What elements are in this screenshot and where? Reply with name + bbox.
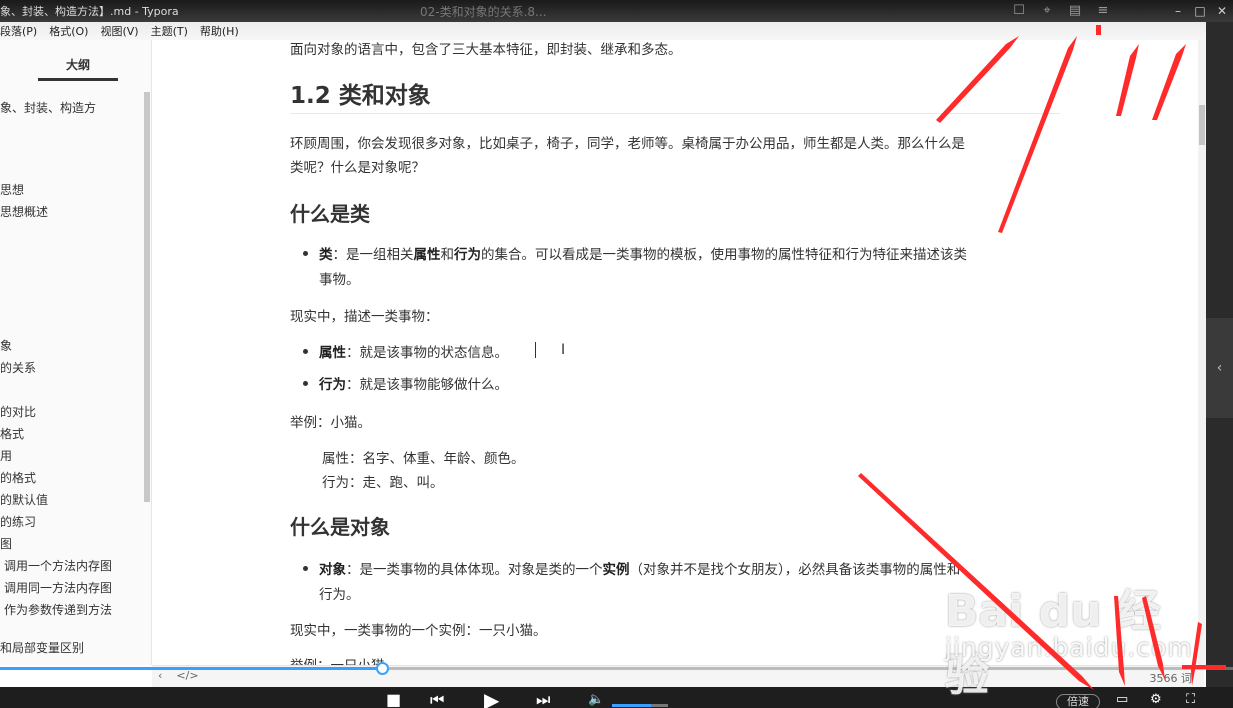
outline-item[interactable]: 作为参数传递到方法 — [4, 601, 112, 618]
text-part: （对象并不是找个女朋友），必然具备该类事物的属性和 — [629, 562, 961, 578]
player-side-panel: ‹ — [1206, 22, 1233, 708]
heading-class-and-object: 1.2 类和对象 — [290, 83, 431, 109]
watermark-url: jingyan.baidu.com — [945, 633, 1193, 662]
class-definition-line2: 事物。 — [319, 272, 360, 288]
ibeam-cursor-icon: I — [561, 342, 566, 358]
video-title: 02-类和对象的关系.8... — [420, 5, 547, 19]
menu-theme[interactable]: 主题(T) — [151, 23, 188, 39]
editor-scrollbar[interactable] — [1198, 40, 1206, 665]
menu-help[interactable]: 帮助(H) — [200, 23, 239, 39]
heading-what-is-class: 什么是类 — [290, 202, 370, 226]
maximize-button[interactable]: □ — [1189, 0, 1211, 22]
bullet — [303, 566, 308, 571]
square-icon[interactable]: ☐ — [1010, 2, 1028, 20]
attribute-item: 属性：就是该事物的状态信息。 — [319, 341, 508, 361]
outline-item[interactable]: 象、封装、构造方 — [0, 99, 96, 116]
text-part: 的集合。可以看成是一类事物的模板，使用事物的属性特征和行为特征来描述该类 — [481, 247, 967, 263]
bullet — [303, 381, 308, 386]
heading-divider — [290, 113, 1060, 114]
sidebar-scrollbar[interactable] — [144, 92, 150, 502]
outline-item[interactable]: 和局部变量区别 — [0, 639, 84, 656]
window-title: 象、封装、构造方法】.md - Typora — [0, 5, 179, 18]
text-part: ：就是该事物能够做什么。 — [346, 377, 508, 393]
outline-item[interactable]: 的练习 — [0, 513, 36, 530]
baidu-watermark: Bai du 经验 jingyan.baidu.com — [945, 575, 1195, 701]
outline-item[interactable]: 格式 — [0, 425, 24, 442]
pin-icon[interactable]: ⌖ — [1038, 2, 1056, 20]
object-definition: 对象：是一类事物的具体体现。对象是类的一个实例（对象并不是找个女朋友），必然具备… — [319, 558, 960, 578]
progress-fill — [0, 667, 383, 670]
term-attribute: 属性 — [319, 345, 346, 361]
term-attribute: 属性 — [413, 247, 441, 263]
editor-content[interactable]: 面向对象的语言中，包含了三大基本特征，即封装、继承和多态。 1.2 类和对象 环… — [152, 40, 1204, 665]
outline-item[interactable]: 的格式 — [0, 469, 36, 486]
example-behaviors: 行为：走、跑、叫。 — [322, 475, 444, 491]
title-bar: 象、封装、构造方法】.md - Typora 02-类和对象的关系.8... ☐… — [0, 0, 1233, 22]
object-definition-line2: 行为。 — [319, 587, 360, 603]
bullet — [303, 349, 308, 354]
term-instance: 实例 — [602, 562, 630, 578]
stop-icon[interactable]: ■ — [386, 687, 401, 708]
tab-outline[interactable]: 大纲 — [38, 56, 118, 73]
term-behavior: 行为 — [454, 247, 481, 263]
close-button[interactable]: ✕ — [1211, 0, 1233, 22]
play-icon[interactable]: ▶ — [484, 687, 499, 708]
outline-item[interactable]: 思想概述 — [0, 203, 48, 220]
bullet — [303, 251, 308, 256]
intro-paragraph: 面向对象的语言中，包含了三大基本特征，即封装、继承和多态。 — [290, 42, 682, 58]
term-object: 对象 — [319, 562, 346, 578]
class-definition: 类：是一组相关属性和行为的集合。可以看成是一类事物的模板，使用事物的属性特征和行… — [319, 243, 967, 263]
term-class: 类 — [319, 247, 333, 263]
menu-paragraph[interactable]: 段落(P) — [0, 23, 37, 39]
outline-item[interactable]: 的对比 — [0, 403, 36, 420]
text-part: 和 — [440, 247, 455, 263]
scrollbar-thumb[interactable] — [1199, 105, 1205, 145]
reality-paragraph: 现实中，一类事物的一个实例：一只小猫。 — [290, 623, 547, 639]
heading-what-is-object: 什么是对象 — [290, 515, 390, 539]
paragraph-line: 类呢？什么是对象呢？ — [290, 160, 425, 176]
example-attributes: 属性：名字、体重、年龄、颜色。 — [322, 451, 525, 467]
text-part: ：是一组相关 — [332, 247, 414, 263]
outline-item[interactable]: 用 — [0, 447, 12, 464]
outline-sidebar: 大纲 象、封装、构造方 思想 思想概述 象 的关系 的对比 格式 用 的格式 的… — [0, 40, 152, 665]
outline-item[interactable]: 思想 — [0, 181, 24, 198]
menu-view[interactable]: 视图(V) — [100, 23, 138, 39]
outline-item[interactable]: 调用一个方法内存图 — [4, 557, 112, 574]
outline-item[interactable]: 象 — [0, 337, 12, 354]
previous-icon[interactable]: ⏮ — [430, 687, 444, 708]
chevron-left-icon[interactable]: ‹ — [158, 669, 162, 682]
outline-item[interactable]: 的默认值 — [0, 491, 48, 508]
menu-format[interactable]: 格式(O) — [49, 23, 88, 39]
window-controls: – □ ✕ — [1167, 0, 1233, 22]
title-toolbar: ☐ ⌖ ▤ ≡ — [1010, 0, 1112, 22]
paragraph-line: 环顾周围，你会发现很多对象，比如桌子，椅子，同学，老师等。桌椅属于办公用品，师生… — [290, 136, 965, 152]
next-icon[interactable]: ⏭ — [536, 687, 550, 708]
list-icon[interactable]: ≡ — [1094, 2, 1112, 20]
folder-icon[interactable]: ▤ — [1066, 2, 1084, 20]
volume-slider[interactable] — [612, 704, 668, 707]
term-behavior: 行为 — [319, 377, 346, 393]
code-icon[interactable]: </> — [176, 669, 198, 682]
outline-item[interactable]: 图 — [0, 535, 12, 552]
text-part: ：是一类事物的具体体现。对象是类的一个 — [346, 562, 603, 578]
example-paragraph: 举例：小猫。 — [290, 415, 371, 431]
volume-fill — [612, 704, 652, 707]
text-caret — [535, 342, 536, 358]
reality-paragraph: 现实中，描述一类事物： — [290, 309, 439, 325]
tab-indicator — [38, 78, 118, 81]
volume-icon[interactable]: 🔈 — [588, 687, 604, 708]
chevron-left-icon[interactable]: ‹ — [1206, 318, 1233, 418]
text-part: ：就是该事物的状态信息。 — [346, 345, 508, 361]
outline-item[interactable]: 调用同一方法内存图 — [4, 579, 112, 596]
behavior-item: 行为：就是该事物能够做什么。 — [319, 373, 508, 393]
minimize-button[interactable]: – — [1167, 0, 1189, 22]
outline-item[interactable]: 的关系 — [0, 359, 36, 376]
menu-bar: 段落(P) 格式(O) 视图(V) 主题(T) 帮助(H) — [0, 22, 1233, 40]
